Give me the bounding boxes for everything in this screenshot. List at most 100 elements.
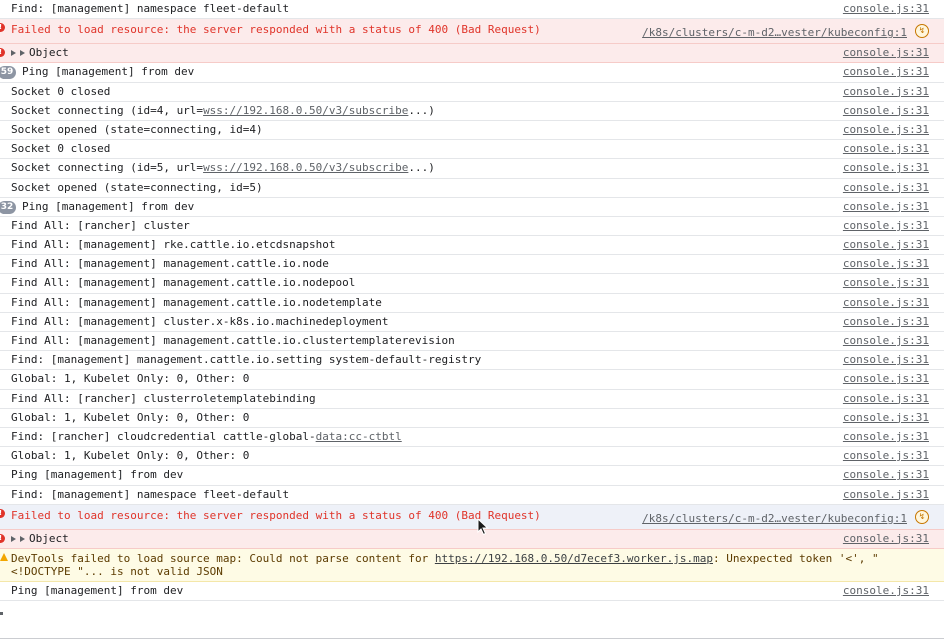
source-link[interactable]: console.js:31 [843,102,929,120]
source-link[interactable]: console.js:31 [843,313,929,331]
error-icon: ! [0,508,5,518]
log-row[interactable]: Socket 0 closed console.js:31 [0,140,944,160]
console-log: Find: [management] namespace fleet-defau… [0,0,944,602]
log-message: Socket 0 closed [11,84,111,98]
object-label[interactable]: Object [29,46,69,59]
console-bottom-border [0,638,944,639]
source-link[interactable]: /k8s/clusters/c-m-d2…vester/kubeconfig:1 [642,508,907,530]
warning-icon [0,552,8,561]
log-row[interactable]: Find: [management] management.cattle.io.… [0,351,944,371]
log-row[interactable]: Global: 1, Kubelet Only: 0, Other: 0 con… [0,370,944,390]
socket-url-link[interactable]: wss://192.168.0.50/v3/subscribe [203,161,408,174]
source-link[interactable]: console.js:31 [843,121,929,139]
object-row[interactable]: ! Object console.js:31 [0,529,944,549]
log-message: Global: 1, Kubelet Only: 0, Other: 0 [11,410,250,424]
source-link[interactable]: console.js:31 [843,44,929,62]
log-message: Find All: [management] rke.cattle.io.etc… [11,238,336,252]
source-link[interactable]: console.js:31 [843,179,929,197]
log-message: Ping [management] from dev [11,583,184,597]
source-link[interactable]: console.js:31 [843,428,929,446]
log-message: Find All: [management] management.cattle… [11,334,455,347]
source-link[interactable]: console.js:31 [843,486,929,504]
log-text: Find: [rancher] cloudcredential cattle-g… [11,429,316,443]
source-link[interactable]: console.js:31 [843,83,929,101]
source-link[interactable]: console.js:31 [843,159,929,177]
error-icon: ! [0,48,5,58]
source-link[interactable]: console.js:31 [843,274,929,292]
log-message: Find: [management] management.cattle.io.… [11,353,482,367]
mouse-pointer-icon [477,518,489,536]
expand-triangle-icon[interactable] [20,535,25,542]
source-link[interactable]: console.js:31 [843,198,929,216]
source-map-link[interactable]: https://192.168.0.50/d7ecef3.worker.js.m… [435,552,713,565]
expand-triangle-icon[interactable] [20,50,25,57]
error-icon: ! [0,23,5,33]
source-link[interactable]: console.js:31 [843,582,929,600]
object-row[interactable]: ! Object console.js:31 [0,44,944,64]
log-row[interactable]: Socket connecting (id=4, url=wss://192.1… [0,102,944,121]
credential-link[interactable]: data:cc-ctbtl [316,430,402,443]
log-message: Find All: [management] management.cattle… [11,276,356,290]
log-text: ...) [408,103,435,117]
log-row[interactable]: Find All: [rancher] clusterroletemplateb… [0,390,944,409]
log-message: Global: 1, Kubelet Only: 0, Other: 0 [11,372,250,386]
source-link[interactable]: console.js:31 [843,447,929,465]
log-row[interactable]: Find All: [management] management.cattle… [0,332,944,352]
log-row[interactable]: Find All: [management] management.cattle… [0,255,944,275]
log-row[interactable]: Socket 0 closed console.js:31 [0,83,944,102]
source-link[interactable]: console.js:31 [843,332,929,350]
log-message: Find: [management] namespace fleet-defau… [11,487,290,501]
warning-message: DevTools failed to load source map: Coul… [11,552,884,578]
log-row[interactable]: Socket opened (state=connecting, id=5) c… [0,179,944,198]
log-row[interactable]: Ping [management] from dev console.js:31 [0,466,944,486]
network-request-icon[interactable]: ↯ [915,509,929,524]
log-row[interactable]: 32 Ping [management] from dev console.js… [0,198,944,217]
error-message: Failed to load resource: the server resp… [11,23,541,37]
socket-url-link[interactable]: wss://192.168.0.50/v3/subscribe [203,104,408,117]
log-message: Find All: [rancher] cluster [11,218,190,232]
log-message: Socket 0 closed [11,142,111,156]
log-row[interactable]: Ping [management] from dev console.js:31 [0,582,944,602]
log-row[interactable]: Socket connecting (id=5, url=wss://192.1… [0,159,944,179]
log-row[interactable]: Find All: [management] cluster.x-k8s.io.… [0,313,944,332]
error-message: Failed to load resource: the server resp… [11,508,541,522]
prompt-caret[interactable] [0,612,3,615]
log-message: Socket opened (state=connecting, id=4) [11,122,263,136]
source-link[interactable]: console.js:31 [843,409,929,427]
log-row[interactable]: Find: [management] namespace fleet-defau… [0,0,944,20]
log-text: Socket connecting (id=5, url= [11,161,204,175]
expand-triangle-icon[interactable] [11,50,16,57]
source-link[interactable]: console.js:31 [843,140,929,158]
log-row[interactable]: Find All: [management] management.cattle… [0,274,944,294]
source-link[interactable]: console.js:31 [843,0,929,18]
source-link[interactable]: console.js:31 [843,370,929,388]
source-link[interactable]: console.js:31 [843,217,929,235]
log-message: Find All: [management] cluster.x-k8s.io.… [11,314,389,328]
log-row[interactable]: Find All: [management] rke.cattle.io.etc… [0,236,944,256]
source-link[interactable]: /k8s/clusters/c-m-d2…vester/kubeconfig:1 [642,22,907,44]
source-link[interactable]: console.js:31 [843,294,929,312]
error-row[interactable]: ! Failed to load resource: the server re… [0,19,944,45]
error-row[interactable]: ! Failed to load resource: the server re… [0,504,944,530]
log-row[interactable]: Find All: [rancher] cluster console.js:3… [0,217,944,237]
source-link[interactable]: console.js:31 [843,351,929,369]
log-row[interactable]: Find: [management] namespace fleet-defau… [0,486,944,505]
source-link[interactable]: console.js:31 [843,63,929,81]
source-link[interactable]: console.js:31 [843,390,929,408]
warning-row[interactable]: DevTools failed to load source map: Coul… [0,548,944,582]
source-link[interactable]: console.js:31 [843,255,929,273]
log-text: ...) [408,161,435,175]
network-request-icon[interactable]: ↯ [915,24,929,39]
source-link[interactable]: console.js:31 [843,236,929,254]
source-link[interactable]: console.js:31 [843,530,929,548]
log-message: Ping [management] from dev [22,65,195,79]
log-row[interactable]: Global: 1, Kubelet Only: 0, Other: 0 con… [0,409,944,428]
log-row[interactable]: 59 Ping [management] from dev console.js… [0,63,944,83]
log-row[interactable]: Find: [rancher] cloudcredential cattle-g… [0,428,944,448]
log-row[interactable]: Find All: [management] management.cattle… [0,294,944,313]
source-link[interactable]: console.js:31 [843,466,929,484]
expand-triangle-icon[interactable] [11,535,16,542]
object-label[interactable]: Object [29,532,69,545]
log-row[interactable]: Socket opened (state=connecting, id=4) c… [0,121,944,141]
log-row[interactable]: Global: 1, Kubelet Only: 0, Other: 0 con… [0,447,944,467]
